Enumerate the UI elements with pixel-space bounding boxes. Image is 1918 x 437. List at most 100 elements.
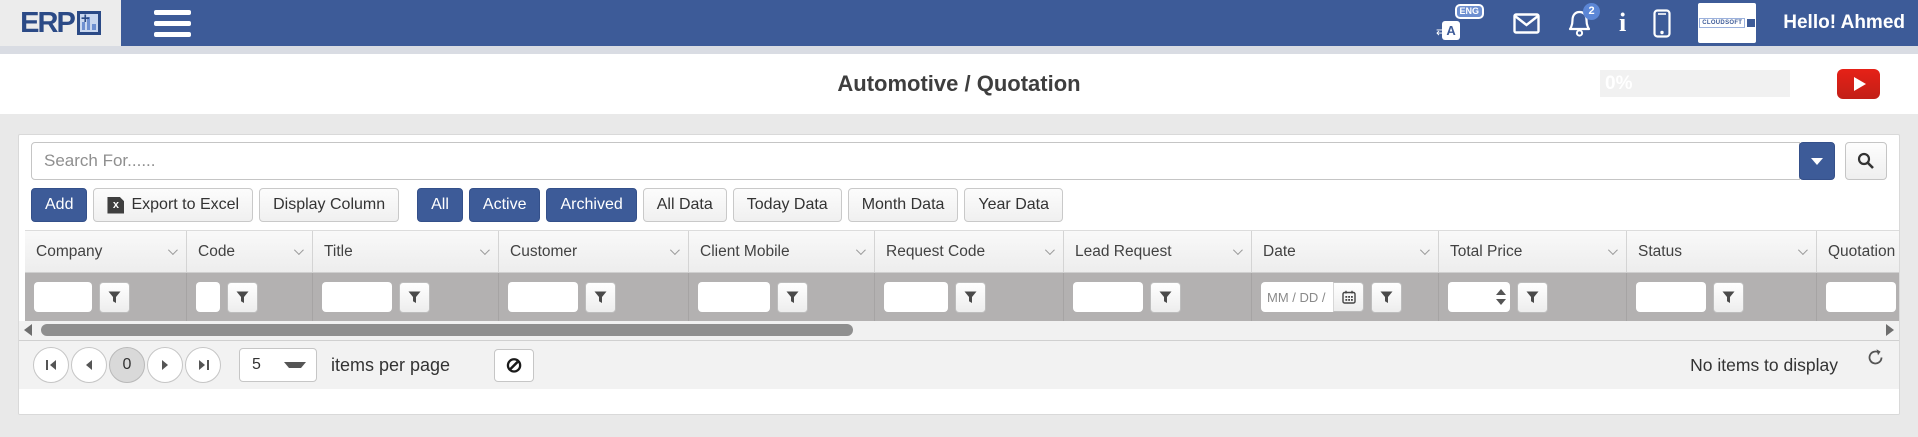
filter-input-request-code[interactable] — [884, 282, 948, 312]
filter-button-title[interactable] — [399, 282, 430, 313]
pager-last-icon — [197, 359, 210, 371]
date-picker-button[interactable] — [1333, 282, 1364, 312]
sort-chevron-icon — [168, 245, 178, 255]
toolbar-button-year-data[interactable]: Year Data — [964, 188, 1063, 222]
toolbar-button-all-data[interactable]: All Data — [643, 188, 727, 222]
horizontal-scrollbar[interactable] — [19, 321, 1899, 340]
column-header-lead-request[interactable]: Lead Request — [1064, 231, 1252, 272]
toolbar-button-all[interactable]: All — [417, 188, 463, 222]
vendor-logo[interactable]: CLOUDSOFT — [1698, 3, 1756, 43]
filter-input-title[interactable] — [322, 282, 392, 312]
toolbar-button-label: Archived — [560, 196, 622, 214]
filter-input-customer[interactable] — [508, 282, 578, 312]
toolbar-button-active[interactable]: Active — [469, 188, 541, 222]
spinner-down-icon[interactable] — [1496, 299, 1506, 305]
filter-button-customer[interactable] — [585, 282, 616, 313]
column-header-label: Lead Request — [1075, 243, 1172, 261]
clear-filters-icon: ⊘ — [505, 355, 523, 376]
pager-last-button[interactable] — [185, 347, 221, 383]
scroll-left-icon[interactable] — [24, 324, 32, 336]
filter-button-lead-request[interactable] — [1150, 282, 1181, 313]
toolbar: AddExport to ExcelDisplay Column All Activ… — [19, 180, 1899, 222]
search-dropdown-button[interactable] — [1799, 142, 1835, 180]
video-help-button[interactable] — [1837, 69, 1880, 99]
scroll-right-icon[interactable] — [1886, 324, 1894, 336]
column-header-label: Title — [324, 243, 353, 261]
scrollbar-thumb[interactable] — [41, 324, 853, 336]
sort-chevron-icon — [670, 245, 680, 255]
pager-bar: 0 5 items per page ⊘ No items to display — [19, 340, 1899, 389]
phone-icon[interactable] — [1653, 9, 1671, 38]
filter-button-status[interactable] — [1713, 282, 1744, 313]
pager-first-button[interactable] — [33, 347, 69, 383]
column-header-code[interactable]: Code — [187, 231, 313, 272]
language-icon[interactable]: ⇄ A ENG — [1440, 5, 1486, 41]
language-letter: A — [1442, 21, 1460, 40]
spinner-up-icon[interactable] — [1496, 289, 1506, 295]
toolbar-button-month-data[interactable]: Month Data — [848, 188, 959, 222]
filter-input-company[interactable] — [34, 282, 92, 312]
sort-chevron-icon — [1045, 245, 1055, 255]
sort-chevron-icon — [480, 245, 490, 255]
toolbar-button-today-data[interactable]: Today Data — [733, 188, 842, 222]
empty-message: No items to display — [1690, 355, 1838, 376]
filter-input-lead-request[interactable] — [1073, 282, 1143, 312]
mail-icon[interactable] — [1513, 13, 1540, 34]
clear-filters-button[interactable]: ⊘ — [494, 349, 534, 382]
column-header-title[interactable]: Title — [313, 231, 499, 272]
pager-prev-button[interactable] — [71, 347, 107, 383]
filter-cell-lead-request — [1064, 273, 1252, 321]
sort-chevron-icon — [1798, 245, 1808, 255]
user-greeting: Hello! Ahmed — [1783, 12, 1905, 34]
column-header-client-mobile[interactable]: Client Mobile — [689, 231, 875, 272]
toolbar-button-add[interactable]: Add — [31, 188, 87, 222]
filter-input-client-mobile[interactable] — [698, 282, 770, 312]
notifications-bell-icon[interactable]: 2 — [1567, 10, 1592, 37]
pager-current-page[interactable]: 0 — [109, 347, 145, 383]
app-logo-text: ERP — [20, 9, 74, 38]
column-header-customer[interactable]: Customer — [499, 231, 689, 272]
info-icon[interactable]: i — [1619, 10, 1626, 36]
filter-input-code[interactable] — [196, 282, 220, 312]
content-panel: AddExport to ExcelDisplay Column All Activ… — [18, 134, 1900, 415]
refresh-icon[interactable] — [1866, 348, 1885, 367]
search-button[interactable] — [1845, 142, 1887, 180]
column-header-date[interactable]: Date — [1252, 231, 1439, 272]
filter-cell-quotation — [1817, 273, 1899, 321]
page-header: Automotive / Quotation 0% — [0, 54, 1918, 114]
filter-button-request-code[interactable] — [955, 282, 986, 313]
toolbar-button-label: All Data — [657, 196, 713, 214]
column-header-status[interactable]: Status — [1627, 231, 1817, 272]
toolbar-button-export-to-excel[interactable]: Export to Excel — [93, 188, 253, 222]
column-header-total-price[interactable]: Total Price — [1439, 231, 1627, 272]
filter-button-client-mobile[interactable] — [777, 282, 808, 313]
filter-button-date[interactable] — [1371, 282, 1402, 313]
filter-input-quotation[interactable] — [1826, 282, 1896, 312]
search-input[interactable] — [31, 142, 1800, 180]
funnel-icon — [236, 291, 249, 304]
column-header-quotation[interactable]: Quotation — [1817, 231, 1899, 272]
toolbar-button-archived[interactable]: Archived — [546, 188, 636, 222]
column-header-request-code[interactable]: Request Code — [875, 231, 1064, 272]
pager-first-icon — [45, 359, 58, 371]
quotation-grid: Company Code Title CustomerClient MobileReq… — [25, 230, 1899, 321]
filter-button-total-price[interactable] — [1517, 282, 1548, 313]
toolbar-button-label: Active — [483, 196, 527, 214]
page-size-select[interactable]: 5 — [239, 348, 317, 382]
hamburger-menu-icon[interactable] — [154, 10, 191, 37]
filter-input-total-price[interactable] — [1448, 283, 1496, 311]
filter-button-code[interactable] — [227, 282, 258, 313]
filter-input-date[interactable] — [1261, 282, 1333, 312]
column-header-label: Company — [36, 243, 102, 261]
pager-next-button[interactable] — [147, 347, 183, 383]
toolbar-button-label: Today Data — [747, 196, 828, 214]
app-logo[interactable]: ERP — [0, 0, 121, 46]
filter-cell-code — [187, 273, 313, 321]
language-badge: ENG — [1455, 4, 1485, 19]
column-header-company[interactable]: Company — [25, 231, 187, 272]
filter-button-company[interactable] — [99, 282, 130, 313]
filter-cell-client-mobile — [689, 273, 875, 321]
filter-input-status[interactable] — [1636, 282, 1706, 312]
toolbar-button-display-column[interactable]: Display Column — [259, 188, 399, 222]
sort-chevron-icon — [1233, 245, 1243, 255]
